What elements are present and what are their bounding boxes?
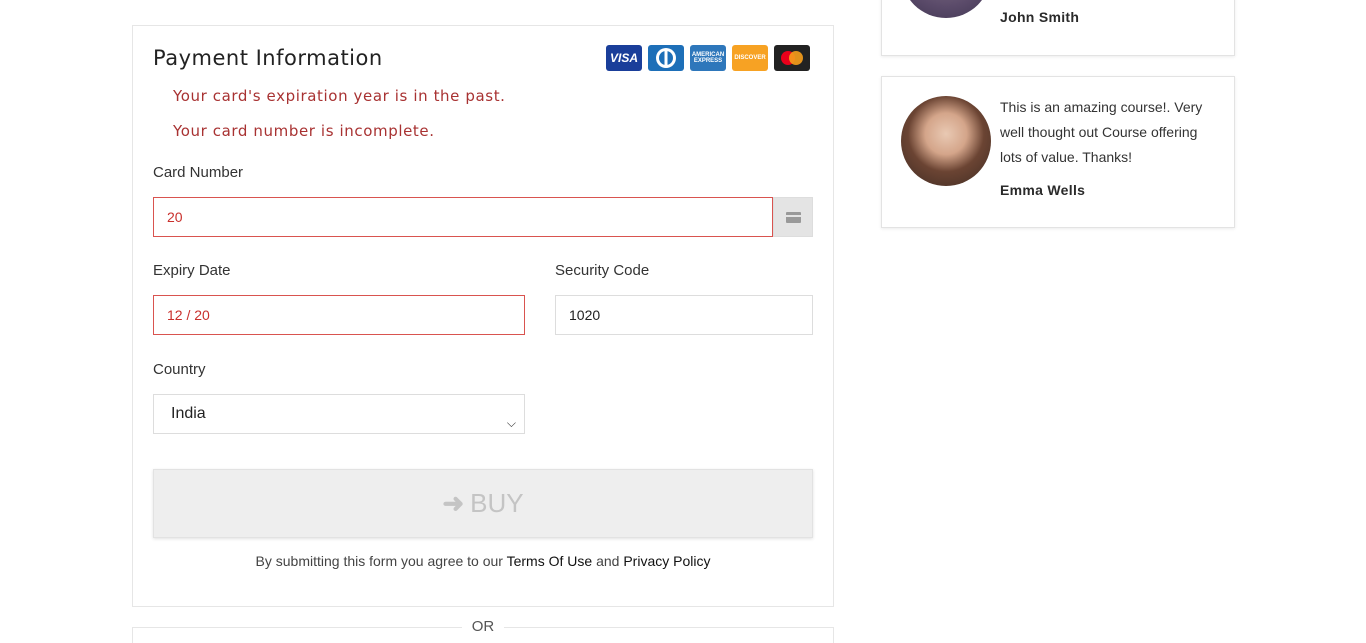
- divider-line-left: [132, 627, 454, 628]
- visa-logo: VISA: [606, 45, 642, 71]
- chevron-down-icon: ⌵: [506, 416, 516, 430]
- divider-line-right: [512, 627, 834, 628]
- testimonial-card: This is an amazing course!. Very well th…: [881, 76, 1235, 228]
- error-list: Your card's expiration year is in the pa…: [173, 86, 506, 156]
- error-expiration: Your card's expiration year is in the pa…: [173, 87, 506, 105]
- mastercard-icon: [781, 51, 803, 65]
- payment-title: Payment Information: [153, 46, 383, 70]
- terms-link[interactable]: Terms Of Use: [507, 553, 593, 569]
- expiry-date-label: Expiry Date: [153, 262, 231, 279]
- amex-logo: AMERICAN EXPRESS: [690, 45, 726, 71]
- testimonial-author: Emma Wells: [1000, 182, 1086, 198]
- checkout-page: Payment Information VISA AMERICAN EXPRES…: [0, 0, 1366, 643]
- agreement-middle: and: [592, 553, 624, 569]
- payment-panel: Payment Information VISA AMERICAN EXPRES…: [132, 25, 834, 607]
- security-code-label: Security Code: [555, 262, 650, 279]
- avatar: [901, 96, 991, 186]
- card-type-icon: [773, 197, 813, 237]
- diners-logo: [648, 45, 684, 71]
- country-selected-value: India: [171, 405, 206, 422]
- avatar: [901, 0, 991, 18]
- or-divider: OR: [132, 617, 834, 637]
- or-text: OR: [462, 618, 504, 635]
- testimonial-card: John Smith: [881, 0, 1235, 56]
- buy-label: BUY: [470, 488, 524, 518]
- security-code-input[interactable]: 1020: [555, 295, 813, 335]
- discover-logo: DISCOVER: [732, 45, 768, 71]
- diners-icon: [656, 48, 676, 68]
- card-number-input[interactable]: 20: [153, 197, 773, 237]
- expiry-date-input[interactable]: 12 / 20: [153, 295, 525, 335]
- arrow-right-icon: ➜: [442, 488, 465, 518]
- error-card-number: Your card number is incomplete.: [173, 122, 435, 140]
- mastercard-logo: [774, 45, 810, 71]
- testimonial-author: John Smith: [1000, 9, 1080, 25]
- card-logos: VISA AMERICAN EXPRESS DISCOVER: [606, 45, 810, 71]
- buy-button[interactable]: ➜ BUY: [153, 469, 813, 538]
- country-select[interactable]: India ⌵: [153, 394, 525, 434]
- testimonial-quote: This is an amazing course!. Very well th…: [1000, 99, 1203, 165]
- card-number-label: Card Number: [153, 164, 244, 181]
- privacy-link[interactable]: Privacy Policy: [623, 553, 710, 569]
- agreement-prefix: By submitting this form you agree to our: [255, 553, 507, 569]
- agreement-text: By submitting this form you agree to our…: [133, 553, 833, 569]
- country-label: Country: [153, 361, 206, 378]
